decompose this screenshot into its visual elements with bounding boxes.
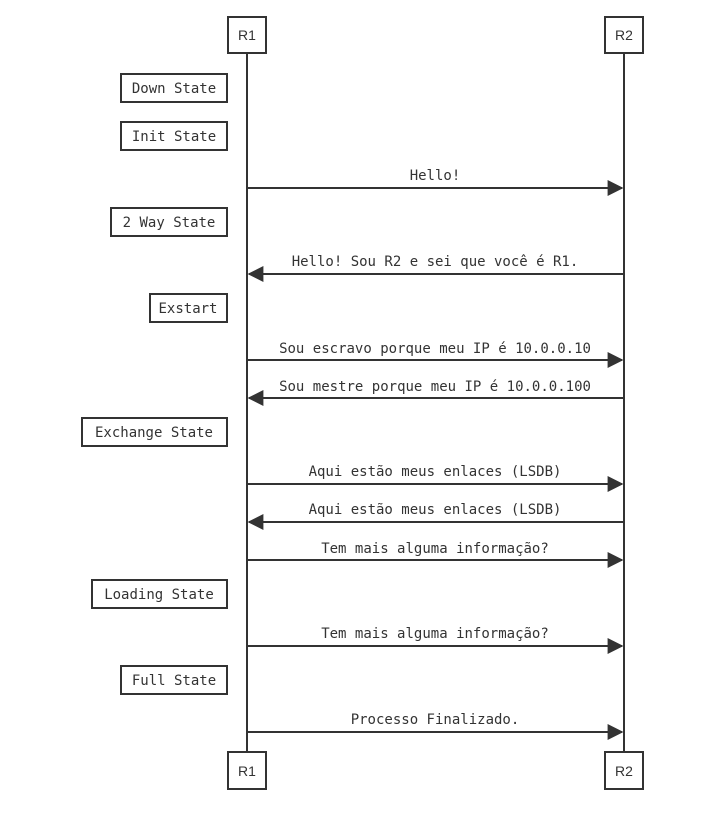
note-text: Init State <box>132 129 216 145</box>
message-label: Sou escravo porque meu IP é 10.0.0.10 <box>279 341 591 357</box>
note-2-way-state: 2 Way State <box>110 207 228 237</box>
message-label: Aqui estão meus enlaces (LSDB) <box>309 502 562 518</box>
participant-r2-top: R2 <box>604 16 644 54</box>
participant-r1-top: R1 <box>227 16 267 54</box>
sequence-diagram: R1 R2 R1 R2 Down State Init State Hello!… <box>81 16 644 790</box>
message-label: Sou mestre porque meu IP é 10.0.0.100 <box>279 379 591 395</box>
message-label: Tem mais alguma informação? <box>321 626 549 642</box>
message-label: Hello! <box>410 168 461 184</box>
participant-r1-label: R1 <box>238 27 256 43</box>
note-text: Exchange State <box>95 425 213 441</box>
message-mestre: Sou mestre porque meu IP é 10.0.0.100 <box>247 379 623 406</box>
note-full-state: Full State <box>120 665 228 695</box>
message-lsdb-r1: Aqui estão meus enlaces (LSDB) <box>248 464 624 492</box>
note-text: Exstart <box>158 301 217 317</box>
participant-r1-bottom: R1 <box>227 751 267 790</box>
message-mais-info-1: Tem mais alguma informação? <box>248 541 624 568</box>
note-text: 2 Way State <box>123 215 216 231</box>
message-mais-info-2: Tem mais alguma informação? <box>248 626 624 654</box>
message-hello-reply: Hello! Sou R2 e sei que você é R1. <box>247 254 623 282</box>
message-lsdb-r2: Aqui estão meus enlaces (LSDB) <box>247 502 623 530</box>
note-init-state: Init State <box>120 121 228 151</box>
message-hello: Hello! <box>248 168 624 196</box>
note-loading-state: Loading State <box>91 579 228 609</box>
message-finalizado: Processo Finalizado. <box>248 712 624 740</box>
note-text: Loading State <box>104 587 214 603</box>
participant-r2-label: R2 <box>615 27 633 43</box>
message-label: Aqui estão meus enlaces (LSDB) <box>309 464 562 480</box>
note-text: Down State <box>132 81 216 97</box>
message-label: Tem mais alguma informação? <box>321 541 549 557</box>
participant-r1-label: R1 <box>238 763 256 779</box>
note-text: Full State <box>132 673 216 689</box>
note-exchange-state: Exchange State <box>81 417 228 447</box>
message-label: Hello! Sou R2 e sei que você é R1. <box>292 254 579 270</box>
participant-r2-label: R2 <box>615 763 633 779</box>
message-label: Processo Finalizado. <box>351 712 520 728</box>
message-escravo: Sou escravo porque meu IP é 10.0.0.10 <box>248 341 624 368</box>
note-exstart: Exstart <box>149 293 228 323</box>
note-down-state: Down State <box>120 73 228 103</box>
participant-r2-bottom: R2 <box>604 751 644 790</box>
